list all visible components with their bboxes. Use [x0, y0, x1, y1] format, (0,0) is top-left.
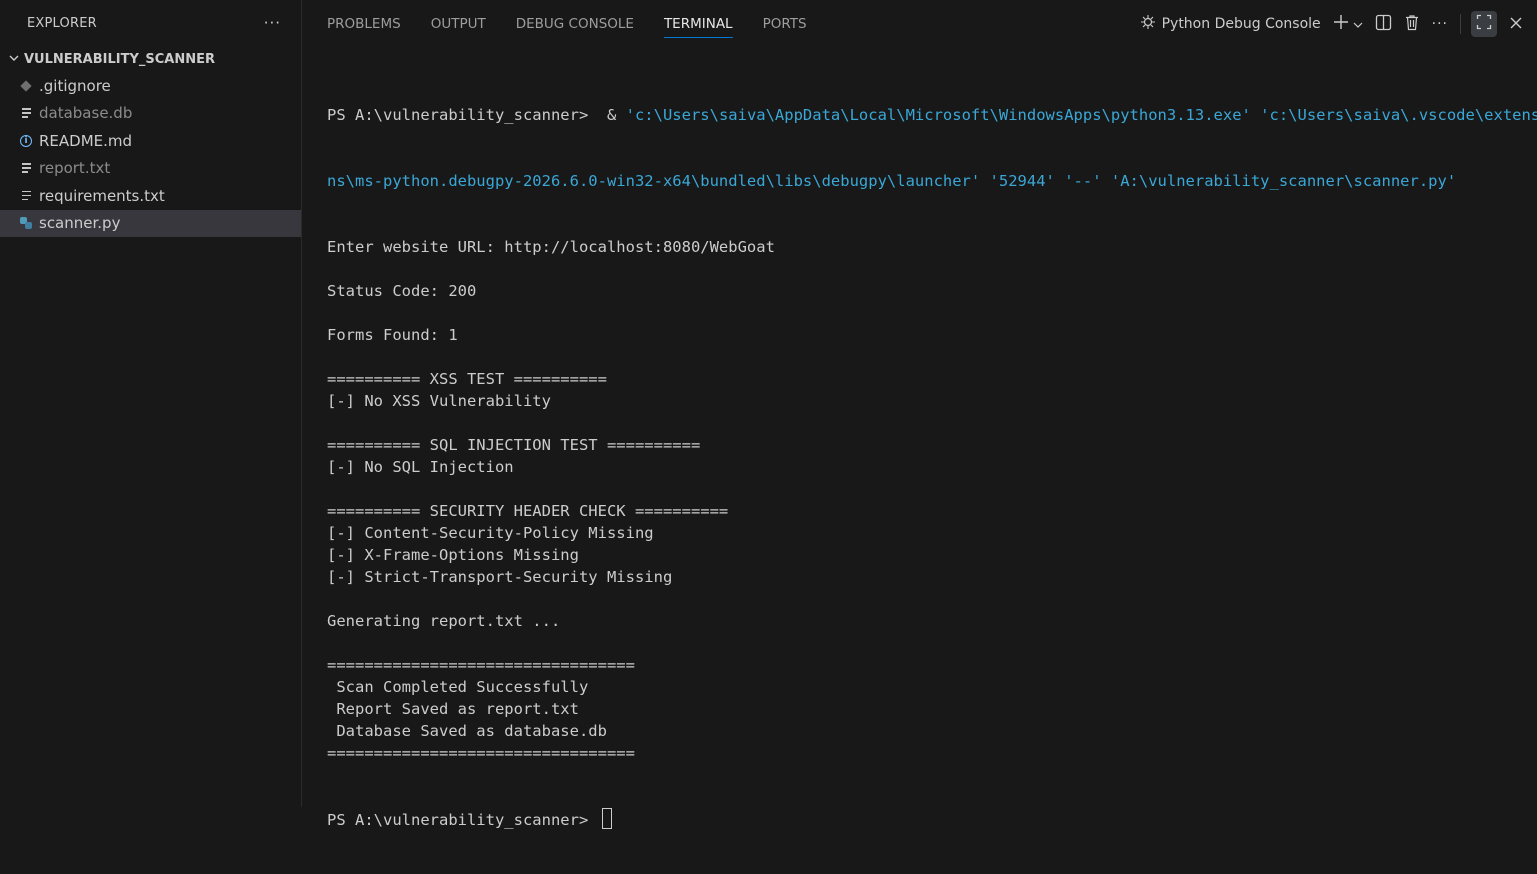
file-gitignore[interactable]: .gitignore — [0, 72, 301, 100]
terminal-line: [-] Strict-Transport-Security Missing — [327, 568, 673, 586]
command-text: 'c:\Users\saiva\AppData\Local\Microsoft\… — [625, 106, 1537, 124]
file-lines-icon — [18, 105, 34, 121]
divider — [1460, 14, 1461, 34]
terminal-output[interactable]: PS A:\vulnerability_scanner> & 'c:\Users… — [327, 60, 1537, 874]
terminal-line: ================================= — [327, 744, 635, 762]
folder-label: VULNERABILITY_SCANNER — [24, 51, 215, 67]
close-icon — [1509, 15, 1523, 34]
new-terminal-button[interactable] — [1333, 14, 1363, 34]
file-label: scanner.py — [39, 214, 121, 233]
terminal-command-continuation: ns\ms-python.debugpy-2026.6.0-win32-x64\… — [327, 172, 1457, 190]
chevron-down-icon[interactable] — [1353, 15, 1363, 34]
more-actions-button[interactable]: ··· — [1432, 16, 1448, 32]
terminal-selector[interactable]: Python Debug Console — [1140, 14, 1321, 34]
panel-actions: Python Debug Console ··· — [1128, 0, 1523, 48]
terminal-line: Generating report.txt ... — [327, 612, 561, 630]
file-scanner-py[interactable]: scanner.py — [0, 209, 301, 237]
terminal-line: Database Saved as database.db — [327, 722, 607, 740]
plus-icon — [1333, 14, 1349, 34]
explorer-header: EXPLORER ··· — [0, 0, 301, 46]
file-label: requirements.txt — [39, 186, 165, 205]
debug-icon — [1140, 14, 1156, 34]
tab-problems[interactable]: PROBLEMS — [327, 0, 401, 48]
file-readme-md[interactable]: i README.md — [0, 127, 301, 155]
terminal-line: ========== XSS TEST ========== — [327, 370, 607, 388]
terminal-line: Status Code: 200 — [327, 282, 477, 300]
file-database-db[interactable]: database.db — [0, 100, 301, 128]
file-list: .gitignore database.db i README.md repor… — [0, 72, 301, 237]
terminal-line: [-] X-Frame-Options Missing — [327, 546, 579, 564]
command-amp: & — [588, 106, 626, 124]
terminal-output-lines: Enter website URL: http://localhost:8080… — [327, 236, 1527, 764]
terminal-line: Forms Found: 1 — [327, 326, 458, 344]
terminal-line: Report Saved as report.txt — [327, 700, 579, 718]
close-panel-button[interactable] — [1509, 15, 1523, 34]
terminal-panel: PROBLEMS OUTPUT DEBUG CONSOLE TERMINAL P… — [302, 0, 1537, 829]
terminal-line: [-] No XSS Vulnerability — [327, 392, 551, 410]
tab-ports[interactable]: PORTS — [763, 0, 807, 48]
tab-debug-console[interactable]: DEBUG CONSOLE — [516, 0, 634, 48]
explorer-title: EXPLORER — [27, 15, 97, 31]
file-lines-icon — [18, 188, 34, 204]
ellipsis-icon: ··· — [1431, 16, 1448, 32]
prompt: PS A:\vulnerability_scanner> — [327, 106, 589, 124]
split-icon — [1375, 14, 1392, 35]
file-label: README.md — [39, 131, 133, 150]
trash-icon — [1404, 14, 1420, 35]
maximize-panel-button[interactable] — [1471, 11, 1497, 37]
info-icon: i — [18, 133, 34, 149]
file-label: report.txt — [39, 159, 111, 178]
tab-terminal[interactable]: TERMINAL — [663, 0, 733, 48]
terminal-final-prompt: PS A:\vulnerability_scanner> — [327, 808, 1527, 830]
git-icon — [18, 78, 34, 94]
panel-tabbar: PROBLEMS OUTPUT DEBUG CONSOLE TERMINAL P… — [302, 0, 1537, 48]
terminal-line: Enter website URL: http://localhost:8080… — [327, 238, 775, 256]
explorer-sidebar: EXPLORER ··· VULNERABILITY_SCANNER .giti… — [0, 0, 302, 807]
python-icon — [18, 215, 34, 231]
terminal-line: [-] Content-Security-Policy Missing — [327, 524, 654, 542]
terminal-line: ========== SQL INJECTION TEST ========== — [327, 436, 701, 454]
split-terminal-button[interactable] — [1375, 14, 1392, 35]
terminal-line: [-] No SQL Injection — [327, 458, 514, 476]
folder-vulnerability-scanner[interactable]: VULNERABILITY_SCANNER — [0, 46, 301, 72]
chevron-down-icon — [8, 52, 24, 67]
file-label: database.db — [39, 104, 133, 123]
file-report-txt[interactable]: report.txt — [0, 155, 301, 183]
terminal-cursor — [601, 808, 612, 829]
file-requirements-txt[interactable]: requirements.txt — [0, 182, 301, 210]
file-lines-icon — [18, 160, 34, 176]
prompt: PS A:\vulnerability_scanner> — [327, 811, 598, 829]
maximize-icon — [1476, 14, 1492, 34]
tab-output[interactable]: OUTPUT — [431, 0, 486, 48]
more-actions-icon[interactable]: ··· — [264, 14, 281, 32]
file-label: .gitignore — [39, 76, 111, 95]
kill-terminal-button[interactable] — [1404, 14, 1420, 35]
terminal-line: Scan Completed Successfully — [327, 678, 589, 696]
terminal-name: Python Debug Console — [1161, 16, 1321, 32]
terminal-line: ========== SECURITY HEADER CHECK =======… — [327, 502, 729, 520]
terminal-line: ================================= — [327, 656, 635, 674]
terminal-command-line: PS A:\vulnerability_scanner> & 'c:\Users… — [327, 104, 1537, 126]
